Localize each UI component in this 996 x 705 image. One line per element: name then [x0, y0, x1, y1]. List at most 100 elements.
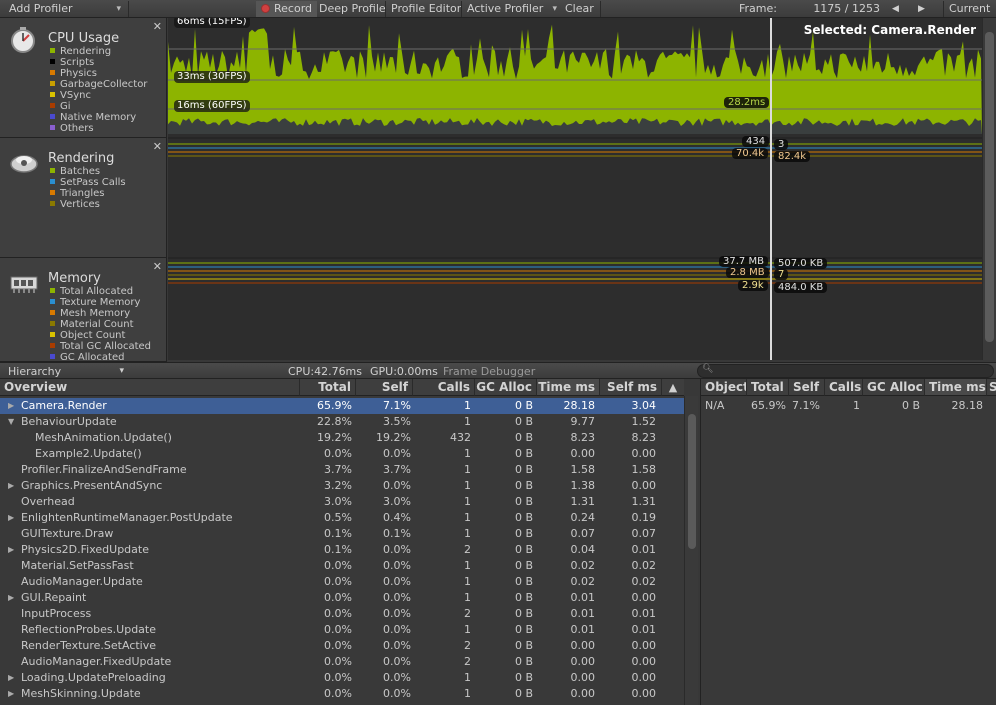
view-mode-dropdown[interactable]: Hierarchy ▾ [8, 364, 124, 379]
gpu-time-readout: GPU:0.00ms [370, 365, 438, 378]
cell-total: 0.0% [324, 559, 352, 572]
prev-frame-button[interactable]: ◀ [887, 1, 904, 17]
collapse-arrow-icon[interactable]: ▼ [8, 414, 14, 430]
table-row[interactable]: ▶ Camera.Render 65.9% 7.1% 1 0 B 28.18 3.04 [0, 398, 684, 414]
table-row[interactable]: AudioManager.FixedUpdate 0.0% 0.0% 2 0 B 0.00… [0, 654, 684, 670]
obj-header-self-ms[interactable]: S [987, 379, 996, 396]
legend-item[interactable]: Others [50, 123, 147, 134]
table-row[interactable]: ▶ MeshSkinning.Update 0.0% 0.0% 1 0 B 0.00 0.00 [0, 686, 684, 702]
cell-time-ms: 1.31 [570, 495, 596, 508]
table-row[interactable]: ▶ Graphics.PresentAndSync 3.2% 0.0% 1 0 B 1.38… [0, 478, 684, 494]
sort-arrow-icon[interactable]: ▲ [662, 379, 684, 396]
graphs-scrollbar[interactable] [982, 18, 996, 360]
obj-header-self[interactable]: Self [789, 379, 825, 396]
active-profiler-dropdown[interactable]: Active Profiler [462, 1, 560, 17]
obj-header-object[interactable]: Object [701, 379, 747, 396]
record-button[interactable]: Record [256, 1, 318, 17]
table-row[interactable]: ▶ Loading.UpdatePreloading 0.0% 0.0% 1 0 B 0.0… [0, 670, 684, 686]
frame-debugger-button[interactable]: Frame Debugger [443, 364, 535, 379]
legend-item[interactable]: Material Count [50, 319, 151, 330]
table-row[interactable]: ▶ Physics2D.FixedUpdate 0.1% 0.0% 2 0 B 0.04 0.… [0, 542, 684, 558]
legend-item[interactable]: Triangles [50, 188, 126, 199]
legend-item[interactable]: Total Allocated [50, 286, 151, 297]
hierarchy-scrollbar-thumb[interactable] [688, 414, 696, 549]
legend-item[interactable]: GarbageCollector [50, 79, 147, 90]
table-row[interactable]: AudioManager.Update 0.0% 0.0% 1 0 B 0.02 0.02 [0, 574, 684, 590]
legend-item[interactable]: Vertices [50, 199, 126, 210]
hierarchy-scrollbar[interactable] [684, 396, 698, 705]
table-row[interactable]: MeshAnimation.Update() 19.2% 19.2% 432 0 B 8.… [0, 430, 684, 446]
expand-arrow-icon[interactable]: ▶ [8, 478, 14, 494]
obj-header-total[interactable]: Total [747, 379, 789, 396]
close-icon[interactable]: ✕ [153, 260, 162, 273]
clear-button[interactable]: Clear [560, 1, 599, 17]
table-row[interactable]: InputProcess 0.0% 0.0% 2 0 B 0.01 0.01 [0, 606, 684, 622]
header-total[interactable]: Total [300, 379, 356, 396]
table-row[interactable]: Overhead 3.0% 3.0% 1 0 B 1.31 1.31 [0, 494, 684, 510]
header-self-ms[interactable]: Self ms [600, 379, 662, 396]
expand-arrow-icon[interactable]: ▶ [8, 510, 14, 526]
profiler-graphs[interactable]: 66ms (15FPS) 33ms (30FPS) 16ms (60FPS) S… [168, 18, 982, 360]
add-profiler-dropdown[interactable]: Add Profiler [4, 1, 124, 17]
cell-name: AudioManager.Update [21, 575, 143, 588]
next-frame-button[interactable]: ▶ [913, 1, 930, 17]
cell-calls: 1 [464, 671, 471, 684]
legend-item[interactable]: VSync [50, 90, 147, 101]
obj-cell-gc: 0 B [901, 399, 920, 412]
frame-cursor[interactable] [770, 18, 772, 360]
cell-self-ms: 0.07 [631, 527, 657, 540]
legend-item[interactable]: Physics [50, 68, 147, 79]
table-row[interactable]: GUITexture.Draw 0.1% 0.1% 1 0 B 0.07 0.07 [0, 526, 684, 542]
legend-item[interactable]: SetPass Calls [50, 177, 126, 188]
table-row[interactable]: ▶ EnlightenRuntimeManager.PostUpdate 0.5% 0… [0, 510, 684, 526]
profile-editor-button[interactable]: Profile Editor [386, 1, 466, 17]
legend-item[interactable]: Total GC Allocated [50, 341, 151, 352]
header-self[interactable]: Self [356, 379, 413, 396]
legend-swatch [50, 354, 55, 359]
rendering-module[interactable]: Rendering ✕ Batches SetPass Calls Triangle… [0, 138, 167, 258]
cell-calls: 432 [450, 431, 471, 444]
cpu-usage-module[interactable]: CPU Usage ✕ Rendering Scripts Physics Garba… [0, 18, 167, 138]
legend-item[interactable]: Gi [50, 101, 147, 112]
cell-calls: 1 [464, 415, 471, 428]
search-input[interactable]: 🔍︎ [697, 364, 994, 378]
table-row[interactable]: Example2.Update() 0.0% 0.0% 1 0 B 0.00 0.00 [0, 446, 684, 462]
cell-name: Material.SetPassFast [21, 559, 134, 572]
table-row[interactable]: ReflectionProbes.Update 0.0% 0.0% 1 0 B 0.01 0… [0, 622, 684, 638]
table-row[interactable]: ▼ BehaviourUpdate 22.8% 3.5% 1 0 B 9.77 1.52 [0, 414, 684, 430]
expand-arrow-icon[interactable]: ▶ [8, 686, 14, 702]
legend-item[interactable]: Mesh Memory [50, 308, 151, 319]
table-row[interactable]: Profiler.FinalizeAndSendFrame 3.7% 3.7% 1 0 … [0, 462, 684, 478]
legend-item[interactable]: Object Count [50, 330, 151, 341]
obj-header-calls[interactable]: Calls [825, 379, 863, 396]
cell-self: 0.0% [383, 687, 411, 700]
legend-item[interactable]: Rendering [50, 46, 147, 57]
table-row[interactable]: RenderTexture.SetActive 0.0% 0.0% 2 0 B 0.00 0… [0, 638, 684, 654]
expand-arrow-icon[interactable]: ▶ [8, 398, 14, 414]
table-row[interactable]: Material.SetPassFast 0.0% 0.0% 1 0 B 0.02 0.02 [0, 558, 684, 574]
header-calls[interactable]: Calls [413, 379, 475, 396]
header-overview[interactable]: Overview [0, 379, 300, 396]
table-row[interactable]: ▶ GUI.Repaint 0.0% 0.0% 1 0 B 0.01 0.00 [0, 590, 684, 606]
close-icon[interactable]: ✕ [153, 20, 162, 33]
object-row[interactable]: N/A 65.9% 7.1% 1 0 B 28.18 [701, 398, 996, 414]
legend-item[interactable]: Batches [50, 166, 126, 177]
deep-profile-button[interactable]: Deep Profile [314, 1, 391, 17]
header-time-ms[interactable]: Time ms [537, 379, 600, 396]
close-icon[interactable]: ✕ [153, 140, 162, 153]
cell-calls: 1 [464, 479, 471, 492]
mesh-memory-value: 2.8 MB [726, 267, 769, 278]
legend-item[interactable]: Native Memory [50, 112, 147, 123]
expand-arrow-icon[interactable]: ▶ [8, 670, 14, 686]
header-gc-alloc[interactable]: GC Alloc [475, 379, 537, 396]
legend-item[interactable]: Scripts [50, 57, 147, 68]
obj-header-gc-alloc[interactable]: GC Alloc [863, 379, 925, 396]
memory-module[interactable]: Memory ✕ Total Allocated Texture Memory Me… [0, 258, 167, 363]
legend-item[interactable]: Texture Memory [50, 297, 151, 308]
expand-arrow-icon[interactable]: ▶ [8, 542, 14, 558]
cell-self-ms: 8.23 [631, 431, 657, 444]
expand-arrow-icon[interactable]: ▶ [8, 590, 14, 606]
graphs-scrollbar-thumb[interactable] [985, 32, 994, 342]
current-frame-button[interactable]: Current [944, 1, 995, 17]
obj-header-time-ms[interactable]: Time ms [925, 379, 987, 396]
